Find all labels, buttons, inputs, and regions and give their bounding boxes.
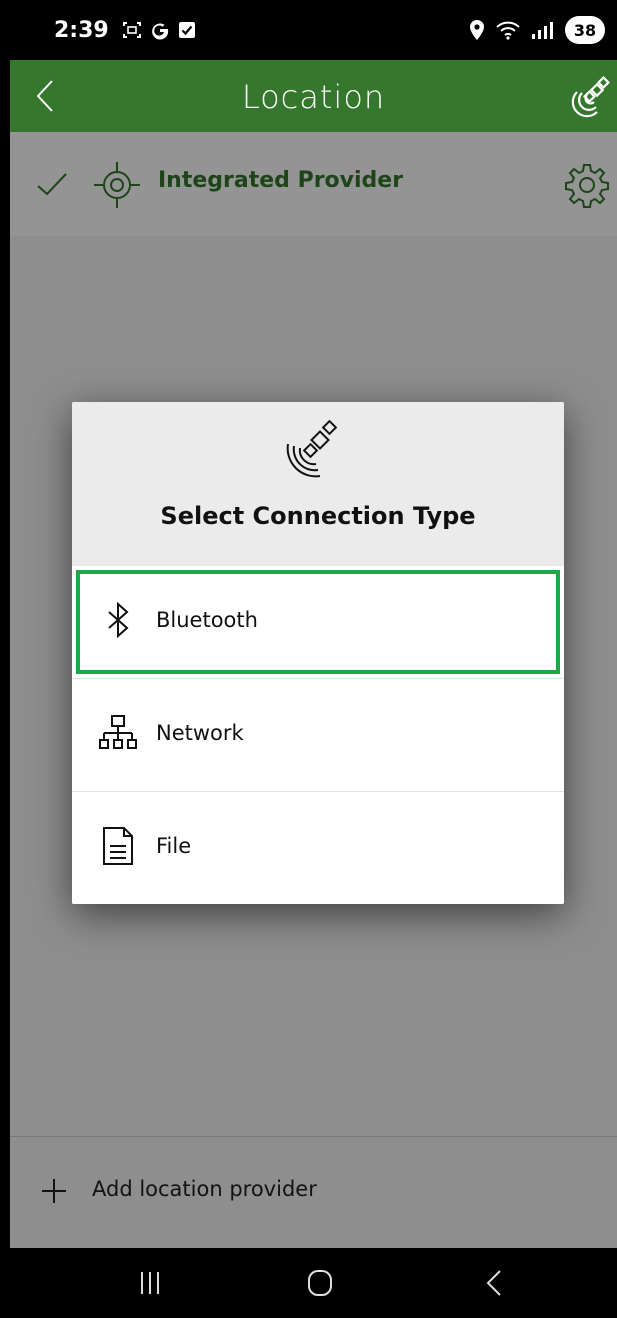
- home-icon[interactable]: [305, 1268, 335, 1298]
- phone-screen: 2:39 38 Location Integrated Provider Add…: [0, 0, 617, 1318]
- network-icon: [99, 715, 137, 749]
- status-icons-left: [122, 20, 196, 40]
- satellite-icon[interactable]: [571, 74, 615, 118]
- wifi-icon: [496, 21, 520, 40]
- google-g-icon: [152, 23, 169, 40]
- location-pin-icon: [470, 20, 484, 40]
- bluetooth-icon: [108, 601, 129, 639]
- dialog-header: Select Connection Type: [72, 402, 564, 567]
- page-title: Location: [241, 78, 386, 116]
- signal-icon: [532, 22, 553, 39]
- option-file-label: File: [156, 834, 192, 858]
- option-network[interactable]: Network: [72, 679, 564, 792]
- system-nav-bar: [10, 1248, 617, 1318]
- dialog-title: Select Connection Type: [160, 502, 476, 530]
- app-bar: Location: [10, 60, 617, 132]
- status-icons-right: 38: [469, 16, 605, 44]
- satellite-icon: [286, 419, 338, 478]
- file-icon: [103, 827, 133, 865]
- status-bar: 2:39 38: [10, 8, 617, 60]
- option-network-label: Network: [156, 721, 244, 745]
- app-screen: Location Integrated Provider Add locatio…: [10, 60, 617, 1248]
- connection-type-dialog: Select Connection Type Bluetooth Network…: [72, 402, 564, 904]
- back-icon[interactable]: [480, 1268, 510, 1298]
- recents-icon[interactable]: [135, 1268, 165, 1298]
- status-time: 2:39: [54, 18, 109, 43]
- check-box-icon: [179, 22, 195, 38]
- option-bluetooth[interactable]: Bluetooth: [72, 566, 564, 679]
- option-file[interactable]: File: [72, 792, 564, 904]
- option-bluetooth-label: Bluetooth: [156, 608, 258, 632]
- battery-indicator: 38: [565, 16, 605, 44]
- screenshot-icon: [123, 22, 141, 38]
